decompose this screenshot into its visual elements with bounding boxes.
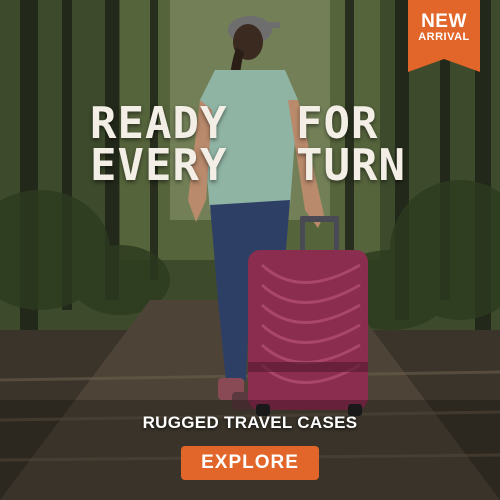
headline-right: FOR TURN: [296, 98, 406, 191]
headline-word: EVERY: [90, 140, 228, 191]
tagline: RUGGED TRAVEL CASES: [142, 413, 358, 432]
headline-word: FOR: [296, 98, 379, 149]
explore-button[interactable]: EXPLORE: [181, 446, 319, 480]
ad-banner: NEW ARRIVAL READY EVERY FOR TURN RUGGED …: [0, 0, 500, 500]
badge-line-1: NEW: [421, 11, 467, 32]
headline-word: TURN: [296, 140, 406, 191]
headline-word: READY: [90, 98, 228, 149]
badge-line-2: ARRIVAL: [418, 31, 470, 43]
headline-left: READY EVERY: [90, 98, 228, 191]
